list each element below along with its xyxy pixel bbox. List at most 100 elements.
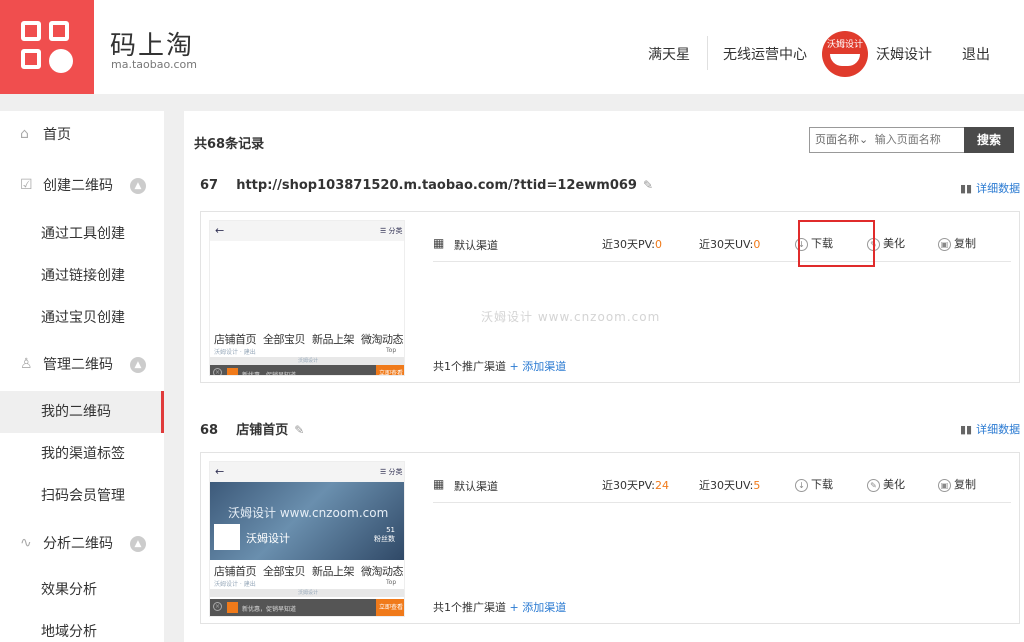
edit-icon: ☑	[20, 177, 33, 193]
logo-subtitle: ma.taobao.com	[111, 58, 197, 71]
bar-chart-icon: ▮▮	[960, 182, 973, 195]
sidebar-item-home[interactable]: ⌂ 首页	[0, 115, 164, 155]
copy-button[interactable]: ▣ 复制	[938, 476, 976, 492]
thumb-tabs: 店铺首页 全部宝贝 新品上架 微淘动态	[214, 333, 404, 346]
edit-icon[interactable]: ✎	[643, 178, 653, 192]
thumb-grey-bar: 沃姆设计	[210, 589, 404, 597]
user-avatar[interactable]: 沃姆设计	[822, 31, 868, 77]
thumb-topbar: ← ☰ 分类	[210, 221, 404, 241]
copy-icon: ▣	[938, 478, 951, 492]
nav-divider	[707, 36, 708, 70]
nav-wireless-center[interactable]: 无线运营中心	[723, 44, 807, 64]
page-thumbnail[interactable]: ← ☰ 分类 店铺首页 全部宝贝 新品上架 微淘动态 沃姆设计 · 建出 Top 沃姆设…	[209, 220, 405, 376]
download-highlight	[798, 220, 875, 267]
thumb-footer: × 新优惠，促销早知道 立即查看	[210, 599, 404, 616]
search-input[interactable]	[874, 133, 961, 146]
shop-icon	[227, 602, 238, 613]
record-url[interactable]: http://shop103871520.m.taobao.com/?ttid=…	[236, 178, 637, 193]
pv-stat: 近30天PV:24	[602, 479, 669, 492]
copy-button[interactable]: ▣ 复制	[938, 235, 976, 251]
record-title: 67 http://shop103871520.m.taobao.com/?tt…	[200, 178, 653, 193]
thumb-tabs: 店铺首页 全部宝贝 新品上架 微淘动态	[214, 565, 404, 578]
logo-title: 码上淘	[110, 31, 195, 61]
nav-mantianxing[interactable]: 满天星	[648, 44, 690, 64]
record-title: 68 店铺首页 ✎	[200, 419, 304, 438]
logout-link[interactable]: 退出	[962, 44, 990, 64]
uv-stat: 近30天UV:0	[699, 238, 761, 251]
user-icon: ♙	[20, 356, 33, 372]
record-id: 68	[200, 423, 219, 438]
logo-square-icon	[21, 49, 41, 69]
close-icon: ×	[213, 368, 222, 376]
logo-square-icon	[49, 21, 69, 41]
thumb-footer: × 新优惠，促销早知道 立即查看	[210, 365, 404, 376]
channel-row: ▦ 默认渠道 近30天PV:0 近30天UV:0 ↓ 下载 ✎ 美化 ▣ 复制	[433, 228, 1011, 262]
channel-footer: 共1个推广渠道 + 添加渠道	[433, 601, 567, 614]
thumb-category: ☰ 分类	[380, 468, 403, 476]
collapse-icon[interactable]: ▲	[130, 357, 146, 373]
download-button[interactable]: ↓ 下载	[795, 476, 833, 492]
sidebar: ⌂ 首页 ☑ 创建二维码 ▲ 通过工具创建 通过链接创建 通过宝贝创建 ♙ 管理…	[0, 111, 164, 642]
pen-icon: ✎	[867, 478, 880, 492]
uv-stat: 近30天UV:5	[699, 479, 761, 492]
thumb-grey-bar: 沃姆设计	[210, 357, 404, 365]
shop-avatar	[214, 524, 240, 550]
pv-stat: 近30天PV:0	[602, 238, 662, 251]
beautify-button[interactable]: ✎ 美化	[867, 476, 905, 492]
sidebar-item-manage[interactable]: ♙ 管理二维码 ▲	[0, 345, 164, 385]
shop-icon	[227, 368, 238, 375]
detail-data-link[interactable]: ▮▮ 详细数据	[960, 180, 1020, 196]
back-arrow-icon: ←	[215, 224, 225, 237]
record-name[interactable]: 店铺首页	[236, 423, 288, 438]
collapse-icon[interactable]: ▲	[130, 536, 146, 552]
thumb-category: ☰ 分类	[380, 227, 403, 235]
sidebar-item-label: 分析二维码	[43, 536, 113, 552]
bar-chart-icon: ▮▮	[960, 423, 973, 436]
qrcode-card: ← ☰ 分类 店铺首页 全部宝贝 新品上架 微淘动态 沃姆设计 · 建出 Top 沃姆设…	[200, 211, 1020, 383]
thumb-sub: 沃姆设计 · 建出 Top	[214, 347, 397, 356]
collapse-icon[interactable]: ▲	[130, 178, 146, 194]
search-button[interactable]: 搜索	[964, 127, 1014, 153]
sidebar-item-effect[interactable]: 效果分析	[0, 569, 164, 611]
edit-icon[interactable]: ✎	[294, 423, 304, 437]
sidebar-item-member-manage[interactable]: 扫码会员管理	[0, 475, 164, 517]
record-count: 共68条记录	[194, 137, 265, 152]
add-channel-link[interactable]: + 添加渠道	[510, 360, 567, 373]
close-icon: ×	[213, 602, 222, 611]
channel-footer: 共1个推广渠道 + 添加渠道	[433, 360, 567, 373]
record-id: 67	[200, 178, 219, 193]
sidebar-item-analyze[interactable]: ∿ 分析二维码 ▲	[0, 524, 164, 564]
thumb-sub: 沃姆设计 · 建出 Top	[214, 579, 397, 588]
sidebar-item-create-tool[interactable]: 通过工具创建	[0, 213, 164, 255]
download-icon: ↓	[795, 478, 808, 492]
search-box[interactable]: 页面名称⌄	[809, 127, 965, 153]
search-field-select[interactable]: 页面名称⌄	[815, 133, 868, 146]
user-name[interactable]: 沃姆设计	[876, 44, 932, 64]
detail-data-link[interactable]: ▮▮ 详细数据	[960, 421, 1020, 437]
sidebar-item-create[interactable]: ☑ 创建二维码 ▲	[0, 166, 164, 206]
channel-name: 默认渠道	[454, 480, 498, 493]
qrcode-icon: ▦	[433, 477, 445, 491]
brand-logo[interactable]	[0, 0, 94, 94]
sidebar-item-create-item[interactable]: 通过宝贝创建	[0, 297, 164, 339]
shop-banner: 沃姆设计 www.cnzoom.com 沃姆设计 51 粉丝数	[210, 482, 404, 560]
copy-icon: ▣	[938, 237, 951, 251]
channel-name: 默认渠道	[454, 239, 498, 252]
back-arrow-icon: ←	[215, 465, 225, 478]
logo-dot-icon	[49, 49, 73, 73]
sidebar-item-label: 管理二维码	[43, 357, 113, 373]
sidebar-item-my-qrcode[interactable]: 我的二维码	[0, 391, 164, 433]
chart-icon: ∿	[20, 535, 32, 551]
main-content: 共68条记录 页面名称⌄ 搜索 67 http://shop103871520.…	[184, 111, 1024, 642]
channel-row: ▦ 默认渠道 近30天PV:24 近30天UV:5 ↓ 下载 ✎ 美化 ▣ 复制	[433, 469, 1011, 503]
watermark: 沃姆设计 www.cnzoom.com	[481, 310, 661, 324]
page-thumbnail[interactable]: ← ☰ 分类 沃姆设计 www.cnzoom.com 沃姆设计 51 粉丝数 店铺…	[209, 461, 405, 617]
home-icon: ⌂	[20, 126, 29, 142]
qrcode-icon: ▦	[433, 236, 445, 250]
cup-icon	[830, 54, 860, 66]
sidebar-item-region[interactable]: 地域分析	[0, 611, 164, 642]
qrcode-card: ← ☰ 分类 沃姆设计 www.cnzoom.com 沃姆设计 51 粉丝数 店铺…	[200, 452, 1020, 624]
sidebar-item-create-link[interactable]: 通过链接创建	[0, 255, 164, 297]
add-channel-link[interactable]: + 添加渠道	[510, 601, 567, 614]
sidebar-item-channel-tags[interactable]: 我的渠道标签	[0, 433, 164, 475]
